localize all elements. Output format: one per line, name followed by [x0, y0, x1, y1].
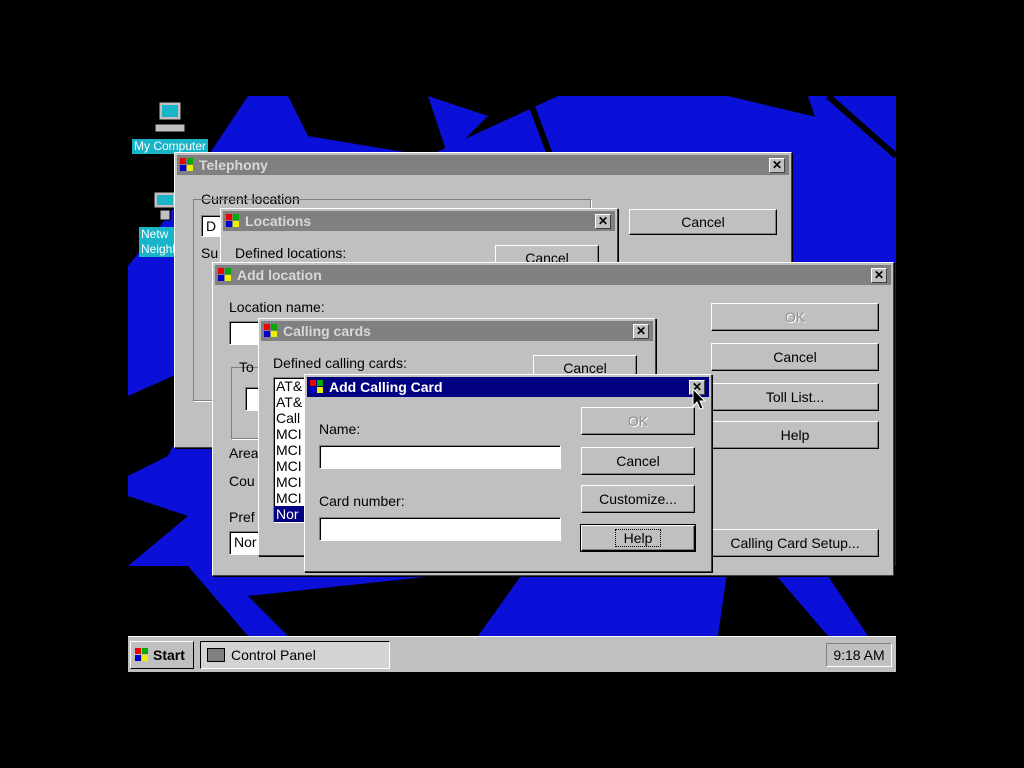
prefix-label: Pref: [229, 509, 255, 525]
windows-flag-icon: [310, 379, 326, 395]
country-label: Cou: [229, 473, 255, 489]
close-button[interactable]: ✕: [595, 214, 611, 229]
defined-cards-label: Defined calling cards:: [273, 355, 407, 371]
help-button-label: Help: [614, 529, 662, 547]
taskbar-item-label: Control Panel: [231, 647, 316, 663]
location-name-label: Location name:: [229, 299, 325, 315]
ok-button[interactable]: OK: [581, 407, 695, 435]
window-title: Calling cards: [283, 323, 371, 339]
ok-button[interactable]: OK: [711, 303, 879, 331]
customize-button[interactable]: Customize...: [581, 485, 695, 513]
title-bar[interactable]: Telephony ✕: [177, 155, 789, 175]
window-title: Add location: [237, 267, 322, 283]
window-title: Add Calling Card: [329, 379, 443, 395]
taskbar: Start Control Panel 9:18 AM: [128, 636, 896, 672]
icon-label-line1: Netw: [141, 227, 169, 241]
cancel-button[interactable]: Cancel: [629, 209, 777, 235]
windows-flag-icon: [135, 648, 149, 662]
window-title: Locations: [245, 213, 312, 229]
my-computer-icon[interactable]: My Computer: [130, 100, 210, 154]
window-title: Telephony: [199, 157, 268, 173]
help-button[interactable]: Help: [711, 421, 879, 449]
area-label: Area: [229, 445, 259, 461]
help-button[interactable]: Help: [580, 524, 696, 552]
defined-locations-label: Defined locations:: [235, 245, 347, 261]
partial-label: Su: [201, 245, 219, 261]
close-button[interactable]: ✕: [769, 158, 785, 173]
group-label: To: [239, 359, 254, 375]
title-bar[interactable]: Add location ✕: [215, 265, 891, 285]
windows-flag-icon: [264, 323, 280, 339]
title-bar[interactable]: Add Calling Card ✕: [307, 377, 709, 397]
name-field[interactable]: [319, 445, 561, 469]
start-button[interactable]: Start: [130, 641, 194, 669]
computer-icon: [154, 101, 186, 133]
taskbar-item-control-panel[interactable]: Control Panel: [200, 641, 390, 669]
mouse-cursor-icon: [692, 388, 707, 410]
title-bar[interactable]: Calling cards ✕: [261, 321, 653, 341]
close-button[interactable]: ✕: [871, 268, 887, 283]
calling-card-setup-button[interactable]: Calling Card Setup...: [711, 529, 879, 557]
name-label: Name:: [319, 421, 361, 437]
windows-flag-icon: [218, 267, 234, 283]
cancel-button[interactable]: Cancel: [581, 447, 695, 475]
control-panel-icon: [207, 648, 225, 662]
windows-flag-icon: [180, 157, 196, 173]
close-button[interactable]: ✕: [633, 324, 649, 339]
start-label: Start: [153, 647, 185, 663]
toll-list-button[interactable]: Toll List...: [711, 383, 879, 411]
add-calling-card-dialog: Add Calling Card ✕ Name: Card number: OK…: [304, 374, 712, 572]
cancel-button[interactable]: Cancel: [711, 343, 879, 371]
title-bar[interactable]: Locations ✕: [223, 211, 615, 231]
card-number-label: Card number:: [319, 493, 405, 509]
clock: 9:18 AM: [826, 643, 892, 667]
card-number-field[interactable]: [319, 517, 561, 541]
windows-flag-icon: [226, 213, 242, 229]
desktop: My Computer Netw Neighb Telephony ✕ Curr…: [128, 96, 896, 672]
